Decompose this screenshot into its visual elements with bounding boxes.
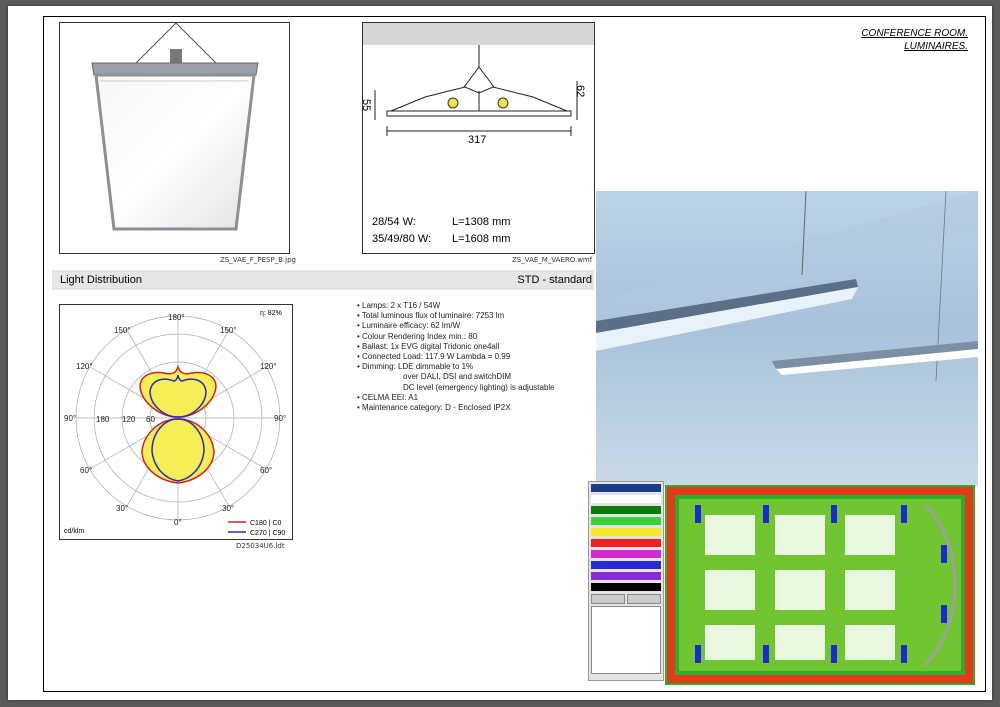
spec-item: • Maintenance category: D - Enclosed IP2…	[357, 403, 511, 413]
spec-item: • Total luminous flux of luminaire: 7253…	[357, 311, 505, 321]
title-line-2: LUMINAIRES.	[904, 41, 968, 52]
angle-120-left: 120°	[76, 362, 93, 371]
angle-180: 180°	[168, 313, 185, 322]
scale-120: 120	[122, 415, 136, 424]
length-row-1-watt: 28/54 W:	[372, 216, 416, 228]
spec-item: • Luminaire efficacy: 62 lm/W	[357, 321, 461, 331]
sim-button-left[interactable]	[591, 594, 625, 604]
ldt-caption: D25034U6.ldt	[236, 542, 285, 550]
sim-layer-list[interactable]	[591, 606, 661, 674]
length-row-2-watt: 35/49/80 W:	[372, 233, 432, 245]
title-line-1: CONFERENCE ROOM.	[861, 28, 968, 39]
drawing-caption: ZS_VAE_M_VAERO.wmf	[512, 256, 593, 264]
angle-90-left: 90°	[64, 414, 76, 423]
spec-item: DC level (emergency lighting) is adjusta…	[403, 382, 555, 392]
scale-180: 180	[96, 415, 110, 424]
angle-60-left: 60°	[80, 466, 92, 475]
illuminance-map	[665, 485, 975, 685]
light-distribution-variant: STD - standard	[517, 274, 592, 286]
luminaire-photo	[91, 22, 259, 231]
spec-item: • Lamps: 2 x T16 / 54W	[357, 301, 441, 310]
legend-header	[591, 484, 661, 492]
angle-150-right: 150°	[220, 326, 237, 335]
legend-c0: C180 | C0	[250, 520, 281, 527]
polar-diagram: 180° 150° 150° 120° 120° 90° 90° 60° 60°…	[64, 310, 286, 537]
polar-diagram-box: 180° 150° 150° 120° 120° 90° 90° 60° 60°…	[59, 304, 293, 540]
spec-item: • CELMA EEI: A1	[357, 392, 419, 402]
angle-30-right: 30°	[222, 504, 234, 513]
spec-item: • Ballast: 1x EVG digital Tridonic one4a…	[357, 341, 500, 351]
angle-150-left: 150°	[114, 326, 131, 335]
sim-button-right[interactable]	[627, 594, 661, 604]
angle-60-right: 60°	[260, 466, 272, 475]
spec-item: • Colour Rendering Index min.: 80	[357, 331, 478, 341]
dim-height-left: 55	[363, 99, 372, 111]
light-distribution-title: Light Distribution	[60, 274, 142, 286]
unit-label: cd/klm	[64, 528, 84, 535]
photo-caption: ZS_VAE_F_PESP_B.jpg	[220, 256, 296, 264]
legend-c90: C270 | C90	[250, 530, 285, 537]
angle-0: 0°	[174, 518, 182, 527]
light-distribution-header: Light Distribution STD - standard	[52, 270, 594, 290]
room-render-image	[596, 191, 978, 382]
length-row-2-len: L=1608 mm	[452, 233, 511, 245]
simulation-legend-panel	[588, 481, 664, 681]
illuminance-map-image	[665, 485, 975, 685]
dim-height-right: 62	[574, 85, 586, 97]
specification-list: • Lamps: 2 x T16 / 54W • Total luminous …	[357, 301, 592, 413]
spec-item: • Dimming: LDE dimmable to 1%	[357, 362, 474, 372]
angle-90-right: 90°	[274, 414, 286, 423]
room-render	[596, 191, 978, 486]
dimension-drawing-box: 55 62 317 28/54 W: L=1308 mm 35/49/80 W: L…	[362, 22, 595, 254]
efficiency-label: η: 82%	[260, 310, 282, 317]
angle-30-left: 30°	[116, 504, 128, 513]
sheet-title: CONFERENCE ROOM. LUMINAIRES.	[780, 27, 968, 53]
dim-width: 317	[468, 134, 486, 146]
length-row-1-len: L=1308 mm	[452, 216, 511, 228]
spec-item: over DALI, DSI and switchDIM	[403, 372, 512, 382]
scale-60: 60	[146, 415, 155, 424]
length-table: 28/54 W: L=1308 mm 35/49/80 W: L=1608 mm	[372, 214, 510, 248]
product-photo-box	[59, 22, 290, 254]
spec-item: • Connected Load: 117.9 W Lambda = 0.99	[357, 352, 511, 362]
angle-120-right: 120°	[260, 362, 277, 371]
